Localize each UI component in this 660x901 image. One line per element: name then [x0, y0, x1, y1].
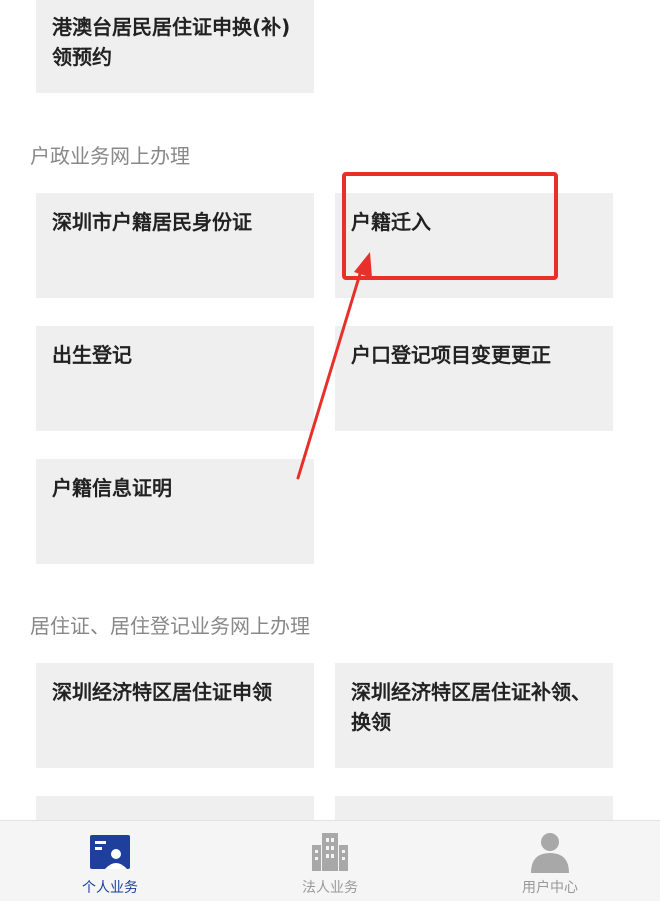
tab-corporate-business[interactable]: 法人业务 [220, 821, 440, 901]
card-label: 户籍信息证明 [52, 476, 172, 500]
service-card-household-item-correction[interactable]: 户口登记项目变更更正 [335, 326, 613, 431]
user-icon [531, 833, 569, 873]
section-title-residence-permit: 居住证、居住登记业务网上办理 [30, 614, 310, 638]
tab-label: 法人业务 [302, 880, 358, 896]
service-card-household-info-certificate[interactable]: 户籍信息证明 [36, 459, 314, 564]
service-card-birth-registration[interactable]: 出生登记 [36, 326, 314, 431]
card-label: 港澳台居民居住证申换(补)领预约 [52, 15, 291, 69]
building-icon [312, 833, 348, 871]
section-title-household: 户政业务网上办理 [30, 144, 190, 168]
card-label: 出生登记 [52, 343, 132, 367]
card-label: 深圳市户籍居民身份证 [52, 210, 252, 234]
service-card-residence-permit-apply[interactable]: 深圳经济特区居住证申领 [36, 663, 314, 768]
annotation-highlight-box [342, 172, 558, 280]
service-card-resident-id[interactable]: 深圳市户籍居民身份证 [36, 193, 314, 298]
tab-user-center[interactable]: 用户中心 [440, 821, 660, 901]
tab-label: 用户中心 [522, 880, 578, 896]
card-label: 深圳经济特区居住证补领、换领 [351, 680, 591, 734]
bottom-tab-bar: 个人业务 法人业务 用户中心 [0, 820, 660, 901]
card-label: 户口登记项目变更更正 [351, 343, 551, 367]
card-label: 深圳经济特区居住证申领 [52, 680, 272, 704]
service-card-hmt-residence-permit[interactable]: 港澳台居民居住证申换(补)领预约 [36, 0, 314, 93]
id-card-icon [90, 835, 130, 869]
tab-label: 个人业务 [82, 880, 138, 896]
tab-personal-business[interactable]: 个人业务 [0, 821, 220, 901]
service-card-residence-permit-reissue[interactable]: 深圳经济特区居住证补领、换领 [335, 663, 613, 768]
